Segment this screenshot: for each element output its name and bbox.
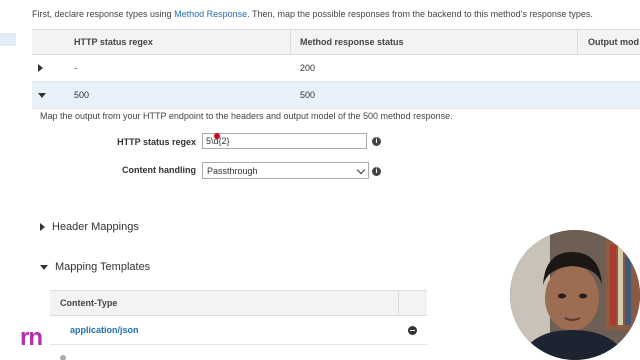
collapse-caret-icon[interactable] bbox=[38, 93, 46, 98]
header-mappings-toggle[interactable]: Header Mappings bbox=[40, 221, 139, 233]
header-output-model: Output mod bbox=[588, 37, 639, 47]
left-nav-tab[interactable] bbox=[0, 33, 16, 46]
content-type-link[interactable]: application/json bbox=[70, 325, 139, 335]
content-handling-select[interactable]: Passthrough bbox=[202, 162, 369, 179]
content-type-row[interactable]: application/json bbox=[50, 316, 427, 345]
content-handling-value: Passthrough bbox=[207, 166, 258, 176]
intro-after: . Then, map the possible responses from … bbox=[247, 9, 593, 19]
content-handling-label: Content handling bbox=[122, 165, 196, 175]
intro-text: First, declare response types using Meth… bbox=[32, 9, 593, 19]
expand-caret-icon[interactable] bbox=[38, 64, 43, 72]
regex-input[interactable] bbox=[202, 133, 367, 149]
next-section-partial bbox=[60, 352, 180, 360]
left-strip bbox=[0, 0, 30, 360]
column-divider bbox=[577, 30, 578, 54]
header-mappings-label: Header Mappings bbox=[52, 221, 139, 233]
presenter-video-image bbox=[510, 230, 640, 360]
table-row[interactable]: - 200 bbox=[32, 55, 640, 82]
row-regex: 500 bbox=[74, 90, 90, 100]
mouse-cursor-indicator bbox=[214, 133, 220, 139]
chevron-down-icon bbox=[356, 165, 366, 175]
regex-label: HTTP status regex bbox=[117, 137, 196, 147]
info-icon[interactable]: i bbox=[372, 167, 381, 176]
table-header: HTTP status regex Method response status… bbox=[32, 29, 640, 55]
table-row-selected[interactable]: 500 500 bbox=[32, 82, 640, 109]
header-http-status-regex: HTTP status regex bbox=[74, 37, 153, 47]
collapse-triangle-icon bbox=[40, 264, 48, 270]
intro-before: First, declare response types using bbox=[32, 9, 175, 19]
remove-icon[interactable] bbox=[408, 326, 417, 335]
mapping-templates-toggle[interactable]: Mapping Templates bbox=[40, 261, 150, 273]
content-type-table: Content-Type application/json bbox=[50, 290, 427, 345]
header-method-response-status: Method response status bbox=[300, 37, 404, 47]
integration-response-table: HTTP status regex Method response status… bbox=[32, 29, 640, 109]
row-status: 500 bbox=[300, 90, 316, 100]
logo: rn bbox=[20, 324, 43, 351]
info-icon[interactable]: i bbox=[372, 137, 381, 146]
row-regex: - bbox=[74, 63, 77, 73]
column-divider bbox=[398, 291, 399, 315]
content-type-heading: Content-Type bbox=[60, 298, 118, 308]
detail-description: Map the output from your HTTP endpoint t… bbox=[40, 111, 453, 121]
method-response-link[interactable]: Method Response bbox=[174, 9, 247, 19]
column-divider bbox=[290, 30, 291, 54]
row-status: 200 bbox=[300, 63, 316, 73]
webcam-overlay bbox=[510, 230, 640, 360]
content-type-header: Content-Type bbox=[50, 290, 427, 316]
radio-icon bbox=[60, 355, 66, 360]
expand-triangle-icon bbox=[40, 223, 45, 232]
mapping-templates-label: Mapping Templates bbox=[55, 261, 151, 273]
